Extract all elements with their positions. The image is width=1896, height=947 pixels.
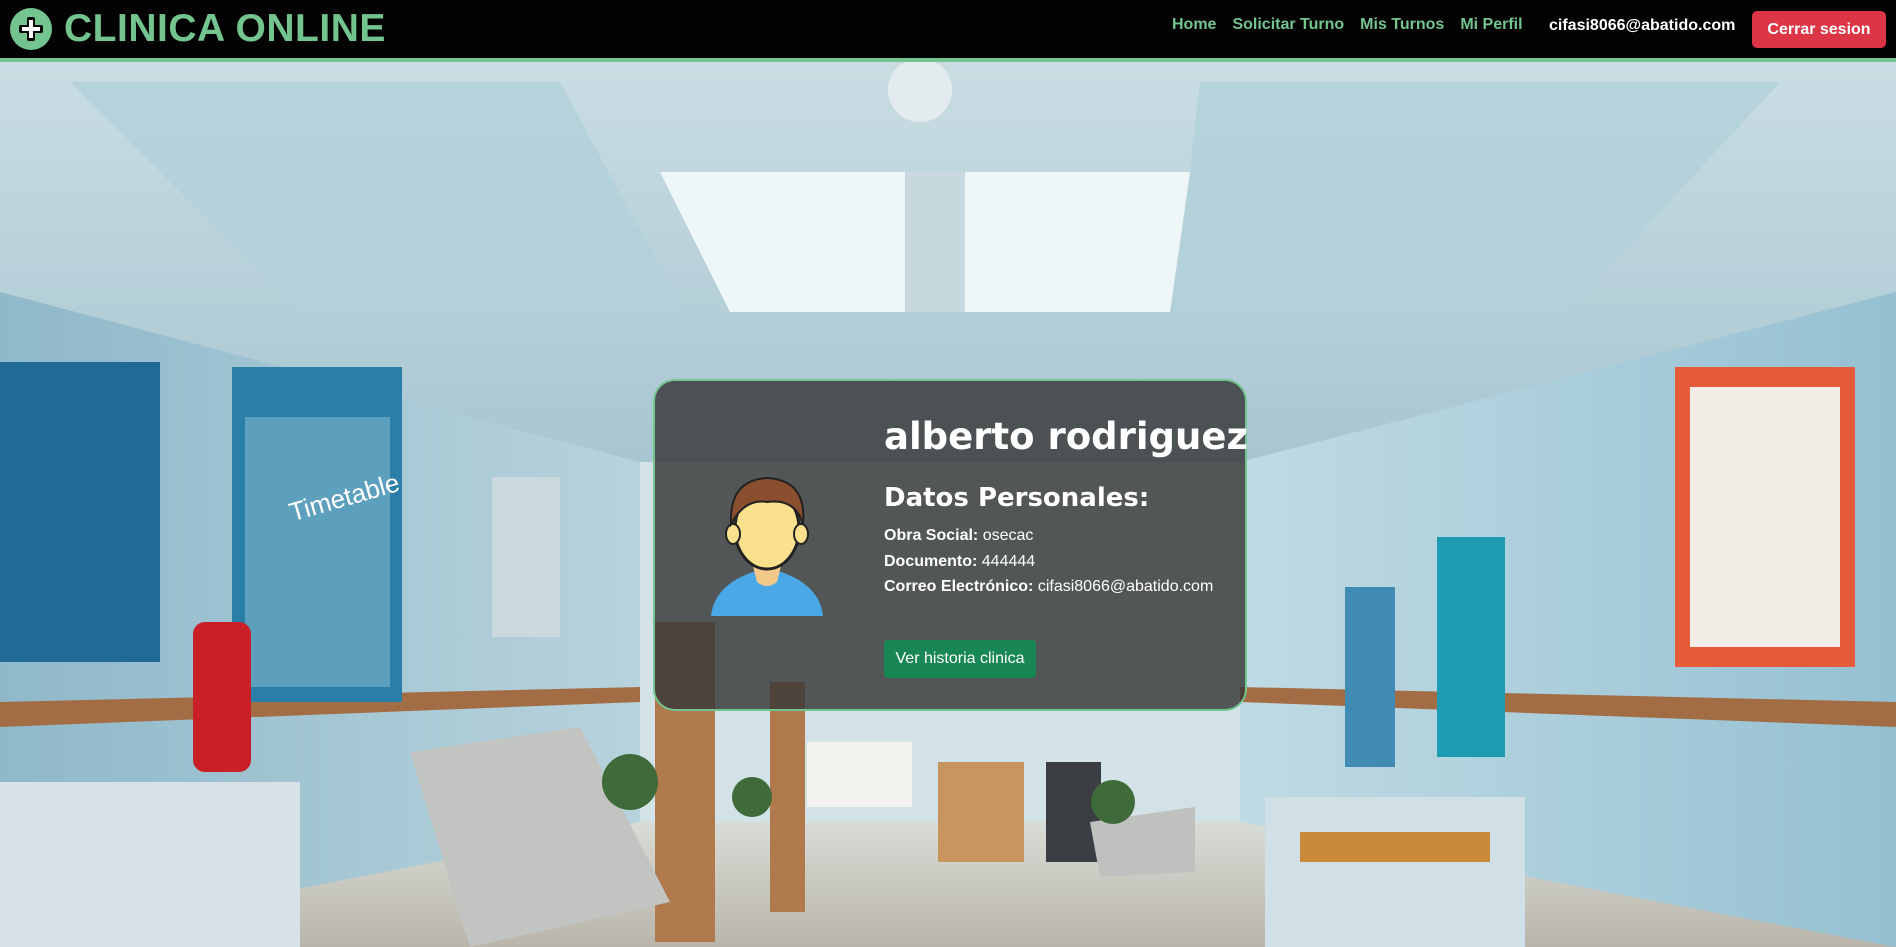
logout-button[interactable]: Cerrar sesion	[1752, 11, 1886, 48]
personal-data-title: Datos Personales:	[884, 483, 1150, 513]
documento-row: Documento: 444444	[884, 553, 1035, 571]
documento-value: 444444	[981, 553, 1036, 570]
nav-link-mi-perfil[interactable]: Mi Perfil	[1460, 16, 1522, 34]
correo-label: Correo Electrónico:	[884, 578, 1034, 595]
brand[interactable]: CLINICA ONLINE	[10, 5, 386, 53]
correo-row: Correo Electrónico: cifasi8066@abatido.c…	[884, 578, 1213, 596]
brand-title: CLINICA ONLINE	[64, 7, 386, 50]
obra-social-value: osecac	[982, 527, 1034, 544]
user-avatar-icon	[711, 476, 823, 616]
nav-links: Home Solicitar Turno Mis Turnos Mi Perfi…	[1172, 16, 1539, 34]
documento-label: Documento:	[884, 553, 978, 570]
obra-social-row: Obra Social: osecac	[884, 527, 1033, 545]
nav-link-home[interactable]: Home	[1172, 16, 1216, 34]
nav-link-mis-turnos[interactable]: Mis Turnos	[1360, 16, 1444, 34]
obra-social-label: Obra Social:	[884, 527, 979, 544]
user-full-name: alberto rodriguez	[884, 415, 1249, 458]
profile-card: alberto rodriguez Datos Personales: Obra…	[653, 379, 1249, 711]
correo-value: cifasi8066@abatido.com	[1037, 578, 1214, 595]
top-navbar: CLINICA ONLINE Home Solicitar Turno Mis …	[0, 0, 1896, 62]
nav-link-solicitar-turno[interactable]: Solicitar Turno	[1232, 16, 1344, 34]
view-clinical-history-button[interactable]: Ver historia clinica	[884, 640, 1036, 678]
user-email: cifasi8066@abatido.com	[1549, 17, 1736, 34]
medical-cross-icon	[10, 8, 52, 50]
